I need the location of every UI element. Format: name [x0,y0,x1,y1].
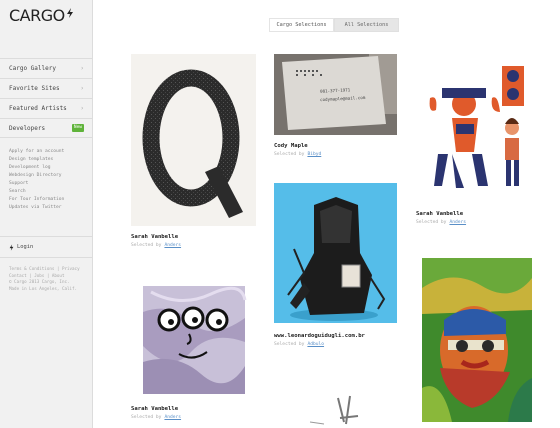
sidebar-footer: Terms & Conditions | Privacy Contact | J… [9,266,89,292]
sidebar-links: Apply for an account Design templates De… [9,148,89,212]
thumbnail-painted-portrait[interactable] [422,258,532,422]
lightning-bolt-icon [66,8,73,18]
link-search[interactable]: Search [9,188,89,196]
curator-link[interactable]: Adbulo [307,342,324,347]
selected-by-label: Selected by [274,152,305,157]
chevron-right-icon: › [80,65,84,72]
thumbnail-geometric-figures[interactable] [416,54,540,206]
tab-cargo-selections[interactable]: Cargo Selections [269,18,334,32]
selected-by-label: Selected by [131,243,162,248]
login-label: Login [17,244,34,250]
cargo-logo[interactable]: CARGO [9,6,74,26]
business-card-image [274,54,397,135]
item-title[interactable]: Sarah Vanbelle [131,406,178,412]
logo-text: CARGO [9,6,65,25]
sidebar-item-label: Favorite Sites [9,85,60,92]
item-title[interactable]: Cody Maple [274,143,308,149]
item-title[interactable]: www.leonardoguidugli.com.br [274,333,365,339]
sidebar-item-cargo-gallery[interactable]: Cargo Gallery › [0,58,93,78]
thumbnail-business-card[interactable]: 081-377-1971 codymaple@mail.com [274,54,397,135]
sidebar-item-developers[interactable]: Developers New [0,118,93,138]
q-letter-image [142,69,243,218]
item-curator: Selected by Anders [131,243,181,248]
link-webdesign-directory[interactable]: Webdesign Directory [9,172,89,180]
thumbnail-marble-face[interactable] [131,282,256,399]
sidebar-nav: Cargo Gallery › Favorite Sites › Feature… [0,58,93,138]
item-title[interactable]: Sarah Vanbelle [131,234,178,240]
selection-tabs: Cargo Selections All Selections [269,18,399,32]
selected-by-label: Selected by [131,415,162,420]
item-curator: Selected by Adbulo [274,342,324,347]
sidebar-item-favorite-sites[interactable]: Favorite Sites › [0,78,93,98]
link-twitter-updates[interactable]: Updates via Twitter [9,204,89,212]
selected-by-label: Selected by [416,220,447,225]
item-curator: Selected by Anders [416,220,466,225]
thumbnail-q-poster[interactable] [131,54,256,226]
curator-link[interactable]: Bibyd [307,152,321,157]
new-badge: New [71,124,84,132]
lightning-bolt-icon [9,243,14,251]
sidebar-item-label: Cargo Gallery [9,65,56,72]
marble-face-image [143,286,247,394]
footer-line: Made in Los Angeles, Calif. [9,285,78,291]
chevron-right-icon: › [80,85,84,92]
link-tour-information[interactable]: For Tour Information [9,196,89,204]
painted-portrait-image [422,258,532,422]
item-title[interactable]: Sarah Vanbelle [416,211,463,217]
link-design-templates[interactable]: Design templates [9,156,89,164]
sidebar: CARGO Cargo Gallery › Favorite Sites › F… [0,0,93,428]
geometric-figures-image [429,66,524,188]
footer-line[interactable]: Terms & Conditions | Privacy [9,266,89,273]
chair-photo-image [274,183,397,323]
link-apply-account[interactable]: Apply for an account [9,148,89,156]
thumbnail-blue-chair[interactable] [274,183,397,323]
item-curator: Selected by Anders [131,415,181,420]
curator-link[interactable]: Anders [164,415,181,420]
item-curator: Selected by Bibyd [274,152,321,157]
curator-link[interactable]: Anders [164,243,181,248]
link-support[interactable]: Support [9,180,89,188]
selected-by-label: Selected by [274,342,305,347]
sidebar-item-featured-artists[interactable]: Featured Artists › [0,98,93,118]
sidebar-item-label: Developers [9,124,46,132]
sidebar-item-label: Featured Artists [9,105,67,112]
tab-all-selections[interactable]: All Selections [334,18,399,32]
login-button[interactable]: Login [0,236,93,258]
sketch-image [309,395,359,425]
thumbnail-partial-sketch[interactable] [300,392,370,428]
link-development-log[interactable]: Development log [9,164,89,172]
curator-link[interactable]: Anders [449,220,466,225]
chevron-right-icon: › [80,105,84,112]
